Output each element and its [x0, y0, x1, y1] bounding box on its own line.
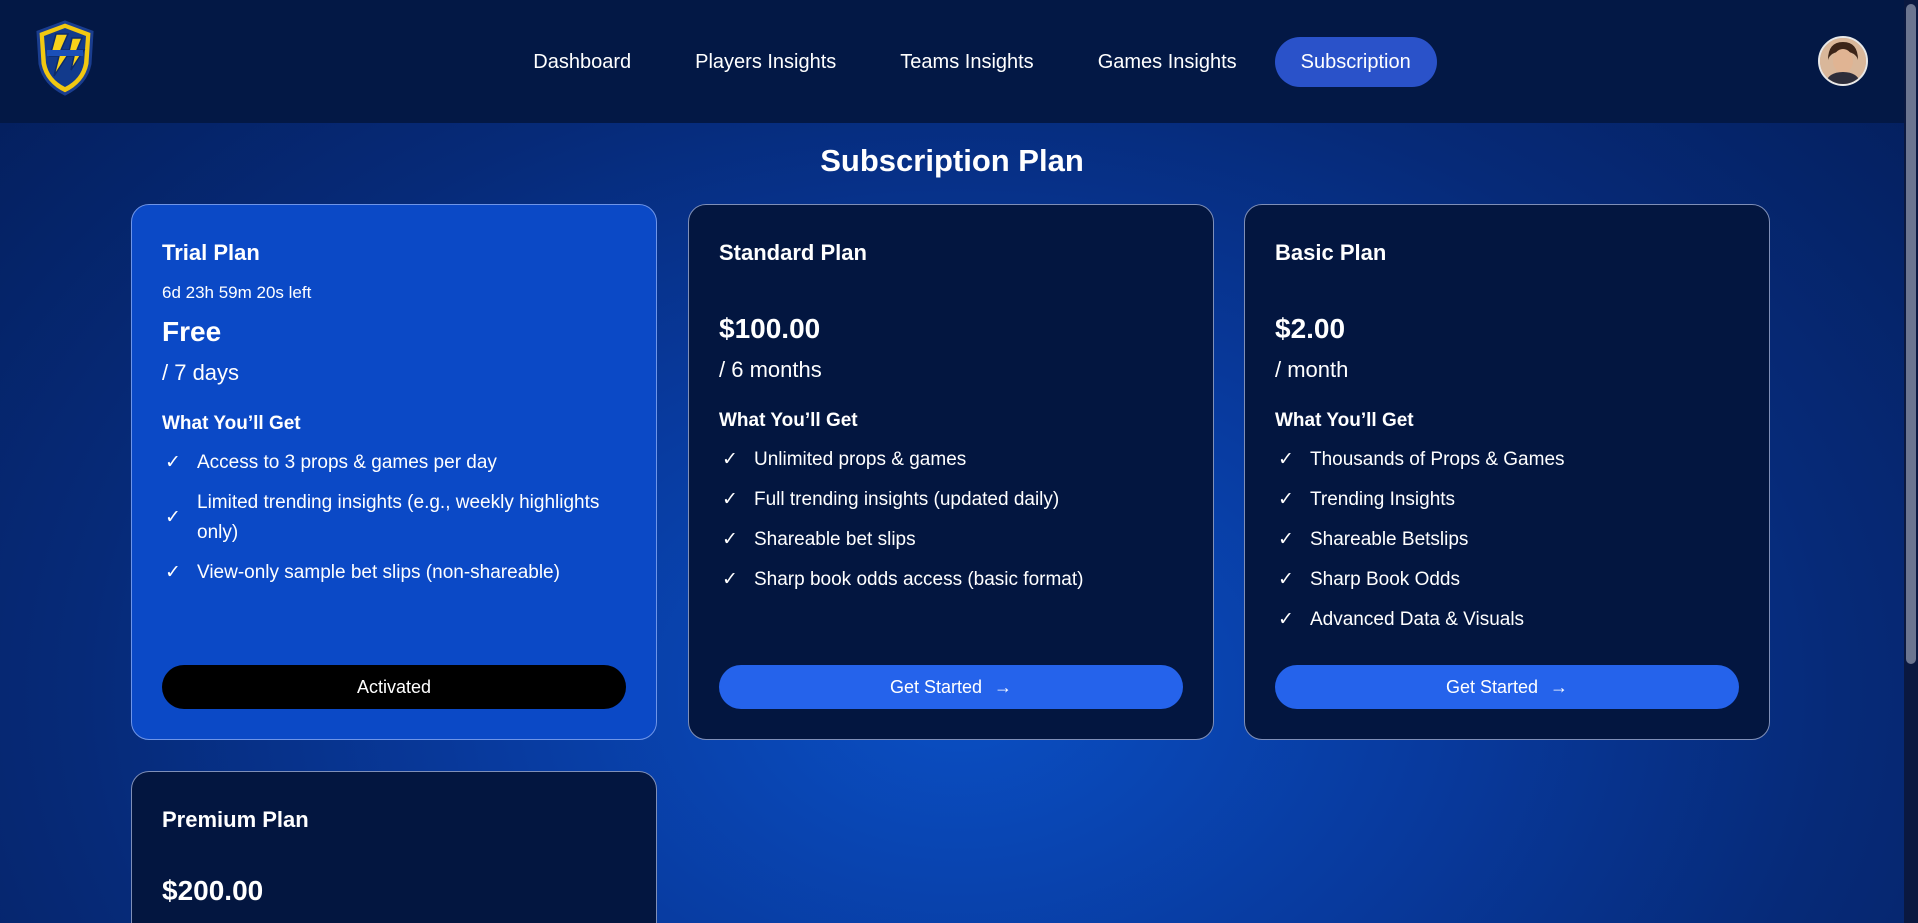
feature-text: Sharp Book Odds — [1310, 569, 1460, 590]
feature-text: Advanced Data & Visuals — [1310, 609, 1525, 630]
plan-price: Free — [162, 316, 222, 347]
feature-item: ✓ Thousands of Props & Games — [1275, 445, 1739, 475]
plan-period: / 6 months — [719, 357, 822, 382]
feature-text: Shareable Betslips — [1310, 529, 1469, 550]
check-icon: ✓ — [1278, 609, 1294, 630]
feature-item: ✓ Access to 3 props & games per day — [162, 448, 626, 478]
feature-text: Thousands of Props & Games — [1310, 449, 1565, 470]
nav-players-insights[interactable]: Players Insights — [669, 37, 862, 87]
plan-card-basic: Basic Plan $2.00 / month What You’ll Get… — [1244, 204, 1770, 740]
check-icon: ✓ — [722, 569, 738, 590]
feature-list: ✓ Thousands of Props & Games ✓ Trending In… — [1275, 445, 1739, 645]
feature-item: ✓ Unlimited props & games — [719, 445, 1183, 475]
check-icon: ✓ — [1278, 449, 1294, 470]
check-icon: ✓ — [722, 489, 738, 510]
nav-subscription[interactable]: Subscription — [1274, 37, 1437, 87]
feature-item: ✓ Sharp Book Odds — [1275, 565, 1739, 595]
plan-name: Trial Plan — [162, 240, 260, 265]
scrollbar-thumb[interactable] — [1906, 4, 1916, 664]
get-started-button[interactable]: Get Started → — [1275, 665, 1739, 709]
check-icon: ✓ — [1278, 489, 1294, 510]
feature-item: ✓ Shareable Betslips — [1275, 525, 1739, 555]
feature-item: ✓ Limited trending insights (e.g., weekly… — [162, 488, 626, 548]
feature-item: ✓ Full trending insights (updated daily) — [719, 485, 1183, 515]
button-label: Activated — [356, 676, 432, 697]
check-icon: ✓ — [1278, 529, 1294, 550]
avatar-image — [1820, 38, 1866, 84]
feature-item: ✓ Trending Insights — [1275, 485, 1739, 515]
nav-teams-insights[interactable]: Teams Insights — [874, 37, 1059, 87]
check-icon: ✓ — [722, 529, 738, 550]
check-icon: ✓ — [165, 507, 181, 528]
check-icon: ✓ — [1278, 569, 1294, 590]
check-icon: ✓ — [722, 449, 738, 470]
feature-item: ✓ Sharp book odds access (basic format) — [719, 565, 1183, 595]
features-heading: What You’ll Get — [719, 410, 858, 431]
plan-name: Standard Plan — [719, 240, 867, 265]
plan-card-trial: Trial Plan 6d 23h 59m 20s left Free / 7 … — [131, 204, 657, 740]
button-label: Get Started — [889, 676, 983, 697]
feature-item: ✓ Shareable bet slips — [719, 525, 1183, 555]
plan-timer: 6d 23h 59m 20s left — [162, 283, 312, 302]
feature-text: Sharp book odds access (basic format) — [754, 569, 1084, 590]
user-avatar[interactable] — [1818, 36, 1868, 86]
feature-text: Unlimited props & games — [754, 449, 967, 470]
plan-price: $200.00 — [162, 875, 264, 906]
nav-dashboard[interactable]: Dashboard — [507, 37, 657, 87]
feature-text: Limited trending insights (e.g., weekly … — [197, 492, 600, 543]
features-heading: What You’ll Get — [1275, 410, 1414, 431]
feature-item: ✓ View-only sample bet slips (non-shareab… — [162, 558, 626, 588]
plan-card-standard: Standard Plan $100.00 / 6 months What Yo… — [688, 204, 1214, 740]
feature-list: ✓ Unlimited props & games ✓ Full trending … — [719, 445, 1183, 605]
arrow-right-icon: → — [994, 676, 1013, 697]
feature-item: ✓ Advanced Data & Visuals — [1275, 605, 1739, 635]
feature-text: View-only sample bet slips (non-shareabl… — [197, 562, 560, 583]
check-icon: ✓ — [165, 452, 181, 473]
feature-text: Trending Insights — [1310, 489, 1456, 510]
feature-text: Full trending insights (updated daily) — [754, 489, 1060, 510]
plan-name: Premium Plan — [162, 807, 309, 832]
check-icon: ✓ — [165, 562, 181, 583]
arrow-right-icon: → — [1550, 676, 1569, 697]
features-heading: What You’ll Get — [162, 413, 301, 434]
plan-price: $2.00 — [1275, 313, 1346, 344]
feature-text: Shareable bet slips — [754, 529, 916, 550]
feature-text: Access to 3 props & games per day — [197, 452, 497, 473]
plan-period: / 7 days — [162, 360, 240, 385]
plan-name: Basic Plan — [1275, 240, 1387, 265]
button-label: Get Started — [1445, 676, 1539, 697]
activated-button[interactable]: Activated — [162, 665, 626, 709]
plan-card-premium: Premium Plan $200.00 — [131, 771, 657, 923]
top-navigation-bar: Dashboard Players Insights Teams Insight… — [0, 0, 1904, 123]
plan-period: / month — [1275, 357, 1349, 382]
plan-price: $100.00 — [719, 313, 821, 344]
feature-list: ✓ Access to 3 props & games per day ✓ Limi… — [162, 448, 626, 598]
page-scrollbar[interactable] — [1904, 0, 1918, 923]
nav-games-insights[interactable]: Games Insights — [1072, 37, 1263, 87]
page-title: Subscription Plan — [820, 143, 1084, 178]
main-nav: Dashboard Players Insights Teams Insight… — [0, 37, 1904, 87]
get-started-button[interactable]: Get Started → — [719, 665, 1183, 709]
